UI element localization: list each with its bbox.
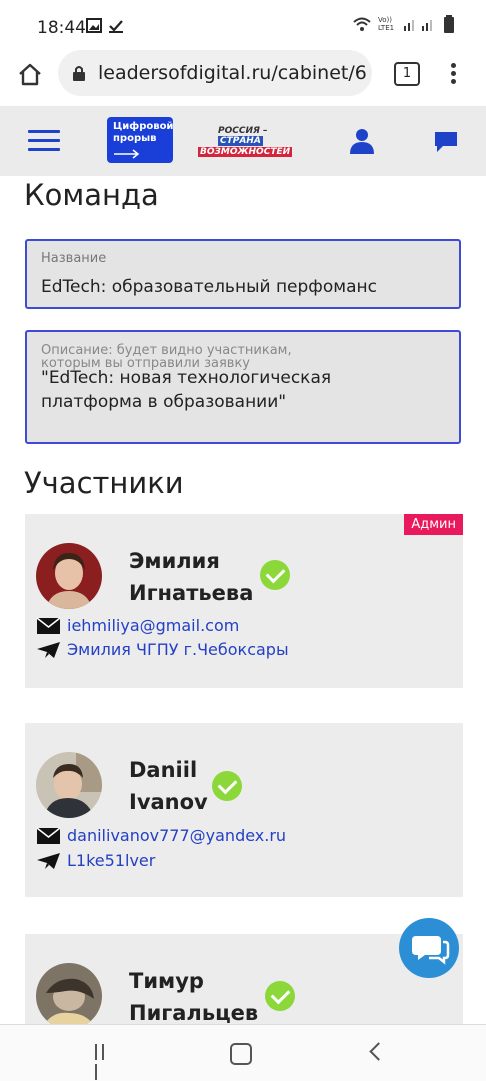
notification-icons bbox=[86, 18, 130, 38]
arrow-icon bbox=[114, 149, 140, 159]
logo2-line2: СТРАНА bbox=[218, 136, 263, 146]
hamburger-menu-icon[interactable] bbox=[28, 130, 60, 154]
team-name-field[interactable]: Название EdTech: образовательный перфома… bbox=[25, 239, 461, 309]
admin-badge: Админ bbox=[404, 514, 463, 535]
participant-name: Эмилия Игнатьева bbox=[129, 549, 254, 605]
participant-name: Тимур Пигальцев bbox=[129, 969, 259, 1024]
avatar bbox=[36, 963, 102, 1024]
recent-apps-button[interactable] bbox=[95, 1044, 115, 1080]
network-label: Vo)) LTE1 bbox=[378, 16, 395, 32]
wifi-icon bbox=[353, 17, 371, 31]
address-bar[interactable]: leadersofdigital.ru/cabinet/6 bbox=[58, 50, 372, 96]
email-text: danilivanov777@yandex.ru bbox=[67, 826, 287, 845]
team-heading: Команда bbox=[24, 178, 159, 212]
site-header: Цифровой прорыв РОССИЯ – СТРАНА ВОЗМОЖНО… bbox=[0, 106, 486, 176]
support-chat-button[interactable] bbox=[399, 918, 459, 978]
telegram-link[interactable]: Эмилия ЧГПУ г.Чебоксары bbox=[36, 640, 289, 659]
email-icon bbox=[36, 826, 61, 844]
email-link[interactable]: iehmiliya@gmail.com bbox=[36, 616, 239, 635]
russia-opportunities-logo[interactable]: РОССИЯ – СТРАНА ВОЗМОЖНОСТЕЙ bbox=[198, 126, 293, 158]
logo1-text: Цифровой прорыв bbox=[113, 121, 174, 144]
avatar bbox=[36, 543, 102, 609]
tsifrovoy-proryv-logo[interactable]: Цифровой прорыв bbox=[107, 117, 173, 163]
browser-toolbar: leadersofdigital.ru/cabinet/6 1 bbox=[0, 46, 486, 104]
profile-button[interactable] bbox=[350, 128, 374, 158]
status-time: 18:44 bbox=[37, 18, 86, 38]
team-name-value[interactable]: EdTech: образовательный перфоманс bbox=[41, 277, 377, 297]
status-icons: Vo)) LTE1 bbox=[352, 15, 456, 33]
url-text: leadersofdigital.ru/cabinet/6 bbox=[98, 62, 366, 84]
dot-icon bbox=[450, 79, 456, 84]
gallery-check-icon bbox=[86, 18, 123, 33]
battery-icon bbox=[444, 15, 454, 33]
participant-card: Тимур Пигальцев bbox=[25, 934, 463, 1024]
home-button[interactable] bbox=[16, 60, 44, 88]
system-nav-bar bbox=[0, 1024, 486, 1081]
verified-check-icon bbox=[260, 560, 290, 590]
email-icon bbox=[36, 616, 61, 634]
telegram-icon bbox=[37, 641, 60, 658]
telegram-link[interactable]: L1ke51lver bbox=[36, 851, 155, 870]
dot-icon bbox=[450, 71, 456, 76]
status-bar: 18:44 Vo)) LTE1 bbox=[0, 0, 486, 46]
telegram-icon bbox=[37, 852, 60, 869]
chat-bubbles-icon bbox=[412, 936, 450, 965]
logo2-line1: РОССИЯ – bbox=[218, 126, 268, 136]
logo2-line3: ВОЗМОЖНОСТЕЙ bbox=[198, 147, 293, 157]
user-icon bbox=[350, 129, 374, 154]
avatar bbox=[36, 752, 102, 818]
tab-switcher-button[interactable]: 1 bbox=[394, 62, 420, 86]
chat-bubble-icon bbox=[435, 132, 457, 152]
home-icon bbox=[19, 63, 41, 86]
signal-icon bbox=[404, 20, 432, 31]
browser-menu-button[interactable] bbox=[446, 60, 460, 90]
verified-check-icon bbox=[265, 981, 295, 1011]
verified-check-icon bbox=[212, 771, 242, 801]
participant-card: Админ Эмилия Игнатьева iehmiliya@gmail.c… bbox=[25, 514, 463, 688]
team-description-field[interactable]: Описание: будет видно участникам, которы… bbox=[25, 330, 461, 444]
dot-icon bbox=[450, 63, 456, 68]
participant-name: Daniil Ivanov bbox=[129, 758, 208, 814]
participants-heading: Участники bbox=[24, 466, 184, 500]
back-button[interactable] bbox=[369, 1042, 388, 1061]
telegram-text: L1ke51lver bbox=[67, 851, 156, 870]
email-text: iehmiliya@gmail.com bbox=[67, 616, 240, 635]
system-home-button[interactable] bbox=[230, 1043, 252, 1065]
telegram-text: Эмилия ЧГПУ г.Чебоксары bbox=[67, 640, 289, 659]
participant-card: Daniil Ivanov danilivanov777@yandex.ru L… bbox=[25, 723, 463, 897]
lock-icon bbox=[73, 66, 85, 81]
messages-button[interactable] bbox=[433, 130, 459, 158]
team-name-label: Название bbox=[41, 251, 107, 266]
team-description-value[interactable]: "EdTech: новая технологическая платформа… bbox=[41, 366, 421, 414]
email-link[interactable]: danilivanov777@yandex.ru bbox=[36, 826, 286, 845]
page-content: Команда Название EdTech: образовательный… bbox=[0, 176, 486, 1024]
